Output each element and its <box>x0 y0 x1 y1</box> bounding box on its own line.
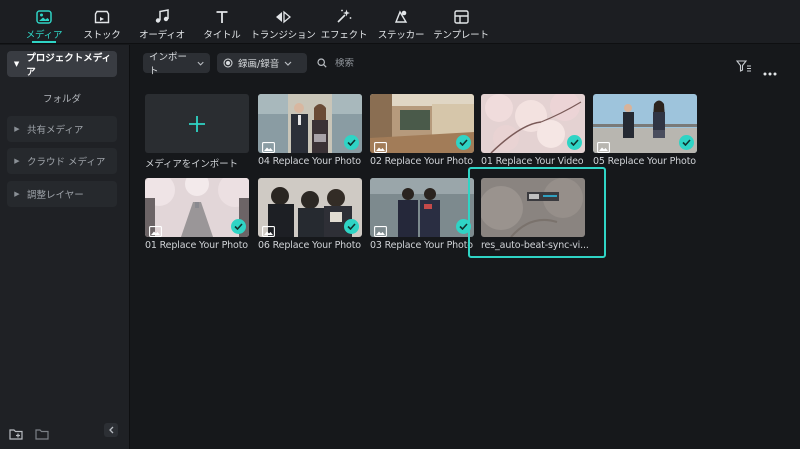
media-thumbnail[interactable] <box>258 94 362 153</box>
media-item[interactable]: 06 Replace Your Photo <box>258 178 364 251</box>
sidebar-item-project-media[interactable]: ▼ プロジェクトメディア <box>7 51 117 78</box>
sidebar-item-shared-media[interactable]: ▶ 共有メディア <box>7 116 117 142</box>
template-icon <box>453 9 469 24</box>
media-thumbnail[interactable] <box>370 94 474 153</box>
chevron-down-icon <box>284 61 292 66</box>
caret-right-icon: ▶ <box>14 157 20 165</box>
record-dropdown[interactable]: 録画/録音 <box>217 53 307 73</box>
tab-titles-label: タイトル <box>203 30 241 41</box>
tab-audio-label: オーディオ <box>139 30 185 41</box>
photo-type-icon <box>597 138 610 153</box>
sidebar-item-folder[interactable]: フォルダ <box>0 91 124 105</box>
import-dropdown-label: インポート <box>149 52 188 77</box>
media-caption: 06 Replace Your Photo <box>258 240 361 251</box>
new-folder-icon[interactable] <box>9 425 23 444</box>
media-item[interactable]: 03 Replace Your Photo <box>370 178 476 251</box>
media-library-panel: インポート 録画/録音 メディアをインポート <box>131 45 800 449</box>
photo-type-icon <box>262 138 275 153</box>
media-item-selected[interactable]: res_auto-beat-sync-vi... <box>481 178 589 251</box>
media-caption: 05 Replace Your Photo <box>593 156 696 167</box>
transition-arrows-icon <box>274 9 292 24</box>
media-item[interactable]: 01 Replace Your Video <box>481 94 587 167</box>
tab-audio[interactable]: オーディオ <box>139 0 185 44</box>
photo-type-icon <box>374 138 387 153</box>
media-caption: res_auto-beat-sync-vi... <box>481 240 589 251</box>
import-dropdown[interactable]: インポート <box>143 52 210 77</box>
added-check-icon <box>567 135 582 150</box>
record-dropdown-label: 録画/録音 <box>238 59 280 70</box>
chevron-left-icon <box>109 426 114 434</box>
tab-transitions-label: トランジション <box>250 30 316 41</box>
tab-effects[interactable]: エフェクト <box>320 0 368 44</box>
sidebar-item-label: クラウド メディア <box>27 157 106 168</box>
sidebar-item-cloud-media[interactable]: ▶ クラウド メディア <box>7 148 117 174</box>
import-media-label: メディアをインポート <box>145 159 238 170</box>
media-caption: 01 Replace Your Video <box>481 156 584 167</box>
more-options-icon[interactable] <box>763 61 777 80</box>
tab-stock-label: ストック <box>83 30 121 41</box>
media-thumbnail[interactable] <box>481 178 585 237</box>
added-check-icon <box>231 219 246 234</box>
sidebar-item-label: プロジェクトメディア <box>26 53 112 78</box>
tab-stock[interactable]: ストック <box>82 0 122 44</box>
filter-bar: インポート 録画/録音 <box>131 45 800 81</box>
added-check-icon <box>679 135 694 150</box>
sidebar-item-label: 共有メディア <box>27 125 84 136</box>
record-icon <box>223 58 233 68</box>
search-field <box>317 53 617 73</box>
tab-media[interactable]: メディア <box>24 0 64 44</box>
media-item[interactable]: 01 Replace Your Photo <box>145 178 251 251</box>
media-item[interactable]: 05 Replace Your Photo <box>593 94 699 167</box>
effect-sparkle-icon <box>336 9 352 24</box>
search-icon <box>317 58 327 68</box>
tab-media-label: メディア <box>25 30 63 41</box>
tab-titles[interactable]: タイトル <box>202 0 242 44</box>
tab-transitions[interactable]: トランジション <box>250 0 316 44</box>
import-media-card[interactable]: メディアをインポート <box>145 94 251 170</box>
media-thumbnail[interactable] <box>145 178 249 237</box>
media-caption: 04 Replace Your Photo <box>258 156 361 167</box>
media-thumbnail[interactable] <box>481 94 585 153</box>
sidebar-footer <box>0 419 130 449</box>
caret-right-icon: ▶ <box>14 190 20 198</box>
search-input[interactable] <box>335 57 535 69</box>
media-caption: 02 Replace Your Photo <box>370 156 473 167</box>
collapse-sidebar-button[interactable] <box>104 423 118 437</box>
added-check-icon <box>344 135 359 150</box>
media-thumbnail[interactable] <box>258 178 362 237</box>
tab-stickers[interactable]: ステッカー <box>378 0 424 44</box>
photo-type-icon <box>374 222 387 237</box>
media-item[interactable]: 04 Replace Your Photo <box>258 94 364 167</box>
media-item[interactable]: 02 Replace Your Photo <box>370 94 476 167</box>
caret-right-icon: ▶ <box>14 125 20 133</box>
chevron-down-icon <box>197 61 204 66</box>
stock-icon <box>94 9 110 24</box>
media-thumbnail[interactable] <box>593 94 697 153</box>
media-icon <box>36 9 52 24</box>
media-caption: 01 Replace Your Photo <box>145 240 248 251</box>
tab-stickers-label: ステッカー <box>377 30 425 41</box>
plus-icon <box>189 115 205 132</box>
tab-templates[interactable]: テンプレート <box>433 0 489 44</box>
folder-icon[interactable] <box>35 425 49 444</box>
sticker-icon <box>393 9 409 24</box>
caret-down-icon: ▼ <box>13 60 20 68</box>
sidebar-item-label: 調整レイヤー <box>27 190 84 201</box>
filter-icon[interactable] <box>735 57 752 76</box>
import-media-tile[interactable] <box>145 94 249 153</box>
title-T-icon <box>215 9 229 24</box>
photo-type-icon <box>149 222 162 237</box>
photo-type-icon <box>262 222 275 237</box>
audio-note-icon <box>154 9 170 24</box>
tab-templates-label: テンプレート <box>433 30 489 41</box>
tab-effects-label: エフェクト <box>320 30 368 41</box>
added-check-icon <box>344 219 359 234</box>
added-check-icon <box>456 135 471 150</box>
top-toolbar: メディア ストック オーディオ タイトル トランジション エフェクト ステッカー… <box>0 0 800 44</box>
media-sidebar: ▼ プロジェクトメディア フォルダ ▶ 共有メディア ▶ クラウド メディア ▶… <box>0 45 130 449</box>
sidebar-item-adjustment-layer[interactable]: ▶ 調整レイヤー <box>7 181 117 207</box>
media-thumbnail[interactable] <box>370 178 474 237</box>
